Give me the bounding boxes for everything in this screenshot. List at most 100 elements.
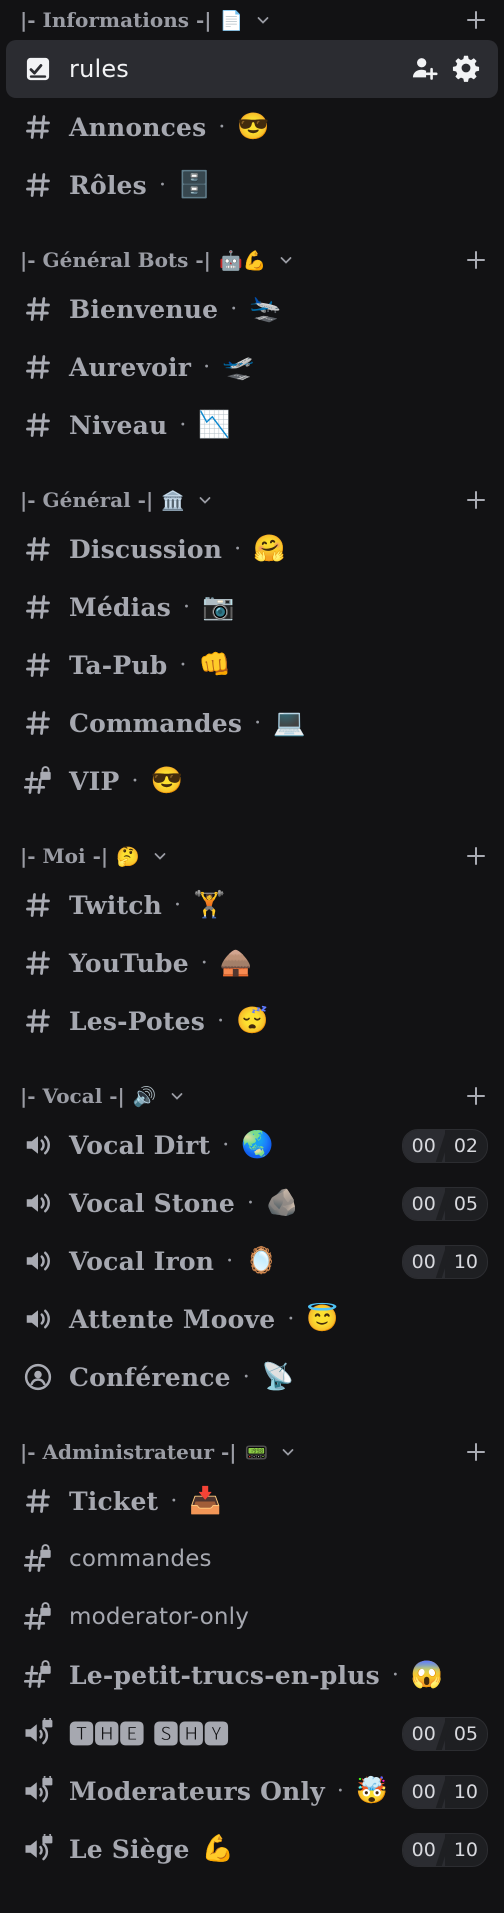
- gear-icon[interactable]: [452, 54, 480, 86]
- category-header[interactable]: |- Général Bots -| 🤖💪: [0, 240, 504, 280]
- channel-item[interactable]: Vocal Stone · 🪨 00 05: [2, 1174, 502, 1232]
- channel-item[interactable]: Ta-Pub · 👊: [2, 636, 502, 694]
- create-channel-plus-icon[interactable]: [466, 1086, 486, 1106]
- category-emoji: 📟: [244, 1441, 269, 1464]
- category-header[interactable]: |- Informations -| 📄: [0, 0, 504, 40]
- channel-name: YouTube: [69, 948, 189, 978]
- channel-name: Aurevoir: [69, 352, 192, 382]
- stage-icon: [22, 1361, 54, 1393]
- category-header[interactable]: |- Moi -| 🤔: [0, 836, 504, 876]
- category-header[interactable]: |- Administrateur -| 📟: [0, 1432, 504, 1472]
- locked-speaker-icon: [22, 1833, 54, 1865]
- channel-item[interactable]: Aurevoir · 🛫: [2, 338, 502, 396]
- channel-separator: ·: [242, 1364, 250, 1390]
- channel-item[interactable]: VIP · 😎: [2, 752, 502, 810]
- channel-item[interactable]: Vocal Iron · 🪞 00 10: [2, 1232, 502, 1290]
- channel-separator: ·: [217, 1008, 225, 1034]
- channel-separator: ·: [287, 1306, 295, 1332]
- chevron-down-icon[interactable]: [157, 1088, 185, 1104]
- channel-item[interactable]: rules: [6, 40, 498, 98]
- channel-emoji: 📥: [189, 1486, 222, 1516]
- speaker-icon: [22, 1303, 54, 1335]
- channel-emoji: 🤗: [253, 534, 286, 564]
- channel-item[interactable]: Médias · 📷: [2, 578, 502, 636]
- channel-separator: ·: [230, 296, 238, 322]
- chevron-down-icon[interactable]: [140, 848, 168, 864]
- create-channel-plus-icon[interactable]: [466, 846, 486, 866]
- channel-item[interactable]: Attente Moove · 😇: [2, 1290, 502, 1348]
- channel-item[interactable]: Rôles · 🗄️: [2, 156, 502, 214]
- channel-name: Commandes: [69, 708, 243, 738]
- channel-item[interactable]: Moderateurs Only · 🤯 00 10: [2, 1762, 502, 1820]
- channel-emoji: 🌏: [241, 1130, 274, 1160]
- category-emoji: 🤖💪: [218, 249, 267, 272]
- user-count-limit: 10: [445, 1246, 487, 1278]
- user-count-badge: 00 10: [401, 1245, 488, 1279]
- channel-item[interactable]: Le-petit-trucs-en-plus · 😱: [2, 1646, 502, 1704]
- channel-item[interactable]: YouTube · 🛖: [2, 934, 502, 992]
- chevron-down-icon[interactable]: [266, 252, 294, 268]
- channel-name: Moderateurs Only: [69, 1776, 325, 1806]
- channel-item[interactable]: Le Siège 💪 00 10: [2, 1820, 502, 1878]
- channel-name: Le-petit-trucs-en-plus: [69, 1660, 380, 1690]
- hash-icon: [22, 1005, 54, 1037]
- create-channel-plus-icon[interactable]: [466, 1442, 486, 1462]
- channel-emoji: 😎: [237, 112, 270, 142]
- category-label: |- Informations -|: [20, 8, 212, 32]
- user-count-badge: 00 05: [401, 1187, 488, 1221]
- category-label: |- Général Bots -|: [20, 248, 211, 272]
- create-channel-plus-icon[interactable]: [466, 250, 486, 270]
- channel-item[interactable]: commandes: [2, 1530, 502, 1588]
- channel-item[interactable]: Annonces · 😎: [2, 98, 502, 156]
- channel-item[interactable]: Commandes · 💻: [2, 694, 502, 752]
- user-count-badge: 00 05: [401, 1717, 488, 1751]
- channel-emoji: 🪨: [265, 1188, 299, 1218]
- locked-speaker-icon: [22, 1775, 54, 1807]
- channel-emoji: 🛫: [222, 352, 255, 382]
- channel-item[interactable]: moderator-only: [2, 1588, 502, 1646]
- channel-separator: ·: [179, 652, 187, 678]
- channel-emoji: 😎: [150, 766, 183, 796]
- channel-name: Les-Potes: [69, 1006, 206, 1036]
- channel-item[interactable]: Conférence · 📡: [2, 1348, 502, 1406]
- locked-hash-icon: [22, 765, 54, 797]
- channel-emoji: 😇: [306, 1304, 339, 1334]
- channel-item[interactable]: Vocal Dirt · 🌏 00 02: [2, 1116, 502, 1174]
- channel-item[interactable]: Bienvenue · 🛬: [2, 280, 502, 338]
- add-member-icon[interactable]: [410, 54, 438, 86]
- hash-icon: [22, 293, 54, 325]
- channel-emoji: 📷: [202, 592, 235, 622]
- channel-name: Twitch: [69, 890, 163, 920]
- locked-hash-icon: [22, 1659, 54, 1691]
- channel-name: Annonces: [69, 112, 207, 142]
- channel-item[interactable]: Niveau · 📉: [2, 396, 502, 454]
- channel-item[interactable]: Discussion · 🤗: [2, 520, 502, 578]
- category-label: |- Administrateur -|: [20, 1440, 237, 1464]
- chevron-down-icon[interactable]: [268, 1444, 296, 1460]
- chevron-down-icon[interactable]: [185, 492, 213, 508]
- category-label: |- Vocal -|: [20, 1084, 125, 1108]
- chevron-down-icon[interactable]: [243, 12, 271, 28]
- locked-speaker-icon: [22, 1717, 54, 1749]
- speaker-icon: [22, 1129, 54, 1161]
- create-channel-plus-icon[interactable]: [466, 10, 486, 30]
- user-count-limit: 05: [445, 1718, 487, 1750]
- channel-name: VIP: [69, 766, 120, 796]
- hash-icon: [22, 591, 54, 623]
- channel-item[interactable]: 🆃🅷🅴 🆂🅷🆈 00 05: [2, 1704, 502, 1762]
- hash-icon: [22, 707, 54, 739]
- rules-icon: [22, 53, 54, 85]
- create-channel-plus-icon[interactable]: [466, 490, 486, 510]
- category-header[interactable]: |- Général -| 🏛️: [0, 480, 504, 520]
- channel-item[interactable]: Ticket · 📥: [2, 1472, 502, 1530]
- channel-separator: ·: [158, 172, 166, 198]
- channel-separator: ·: [170, 1488, 178, 1514]
- channel-item[interactable]: Les-Potes · 😴: [2, 992, 502, 1050]
- hash-icon: [22, 111, 54, 143]
- channel-item[interactable]: Twitch · 🏋️: [2, 876, 502, 934]
- channel-name: rules: [69, 55, 130, 83]
- user-count-badge: 00 10: [401, 1833, 488, 1867]
- category-emoji: 🔊: [132, 1085, 157, 1108]
- user-count-limit: 10: [445, 1776, 487, 1808]
- category-header[interactable]: |- Vocal -| 🔊: [0, 1076, 504, 1116]
